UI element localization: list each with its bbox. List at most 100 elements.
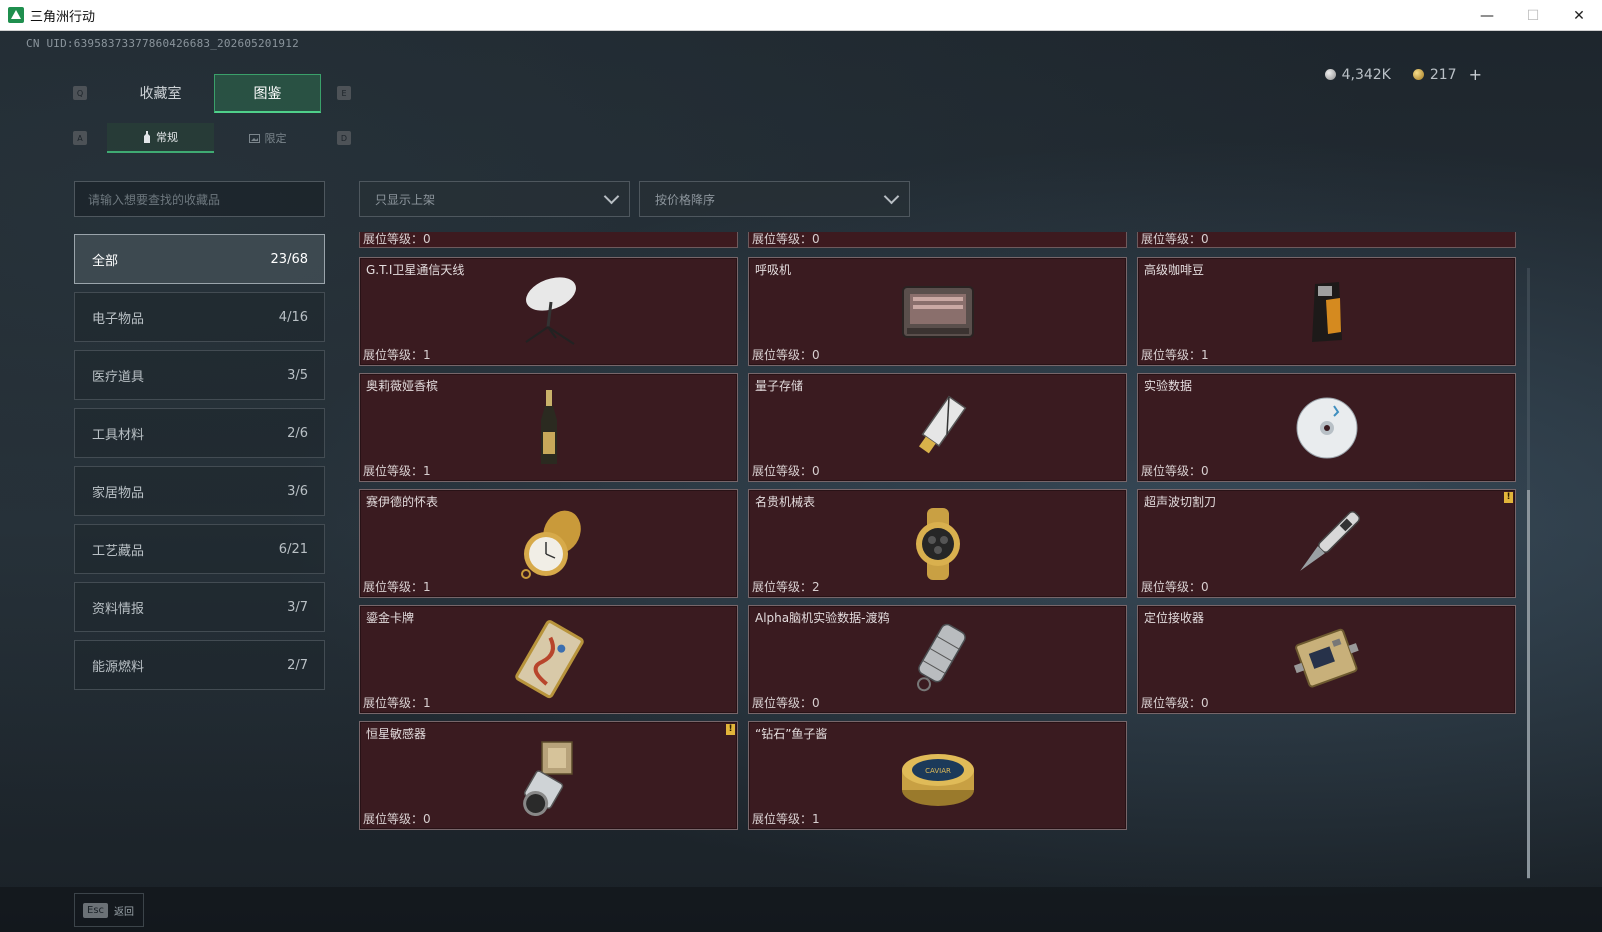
category-medical[interactable]: 医疗道具 3/5: [74, 350, 325, 400]
item-name: 呼吸机: [755, 263, 792, 277]
shelf-filter-value: 只显示上架: [375, 192, 436, 207]
alert-badge-icon: !: [1504, 492, 1513, 503]
item-name: 名贵机械表: [755, 495, 816, 509]
item-card[interactable]: 呼吸机 展位等级：0: [748, 257, 1127, 366]
coffee-bag-icon: [1311, 281, 1342, 342]
item-name: G.T.I卫星通信天线: [366, 263, 465, 277]
main-tabs: 收藏室 图鉴: [107, 74, 321, 113]
sort-dropdown[interactable]: 按价格降序: [639, 181, 910, 217]
add-currency-button[interactable]: +: [1469, 65, 1482, 84]
tab-limited[interactable]: 限定: [214, 123, 321, 153]
item-level: 展位等级：2: [752, 580, 820, 594]
category-tools[interactable]: 工具材料 2/6: [74, 408, 325, 458]
key-hint-e: E: [337, 86, 351, 100]
image-icon: [248, 133, 260, 143]
collection-grid: 展位等级：0 展位等级：0 展位等级：0 G.T.I卫星通信天线 展位等级：1 …: [359, 232, 1531, 879]
alert-badge-icon: !: [726, 724, 735, 735]
partial-item-card[interactable]: 展位等级：0: [748, 232, 1127, 248]
back-label: 返回: [114, 906, 135, 918]
app-logo-icon: [8, 7, 24, 23]
item-card[interactable]: 定位接收器 展位等级：0: [1137, 605, 1516, 714]
gold-currency: 217 +: [1412, 65, 1482, 84]
category-count: 6/21: [278, 541, 308, 557]
sub-tabs: 常规 限定: [107, 123, 321, 153]
item-card[interactable]: 名贵机械表 展位等级：2: [748, 489, 1127, 598]
usb-drive-icon: [918, 395, 966, 453]
silver-currency: 4,342K: [1324, 65, 1391, 84]
esc-key-hint: Esc: [83, 902, 109, 918]
close-button[interactable]: ✕: [1556, 0, 1602, 31]
pocket-watch-icon: [520, 510, 581, 579]
item-card[interactable]: 赛伊德的怀表 展位等级：1: [359, 489, 738, 598]
tab-collection-room[interactable]: 收藏室: [107, 74, 214, 113]
item-level: 展位等级：1: [363, 580, 431, 594]
shelf-filter-dropdown[interactable]: 只显示上架: [359, 181, 630, 217]
item-card[interactable]: 实验数据 展位等级：0: [1137, 373, 1516, 482]
item-name: “钻石”鱼子酱: [755, 727, 828, 741]
item-card[interactable]: 恒星敏感器 ! 展位等级：0: [359, 721, 738, 830]
maximize-button[interactable]: ☐: [1510, 0, 1556, 31]
item-name: 奥莉薇娅香槟: [366, 379, 439, 393]
item-card[interactable]: 鎏金卡牌 展位等级：1: [359, 605, 738, 714]
category-label: 资料情报: [92, 601, 145, 617]
partial-item-card[interactable]: 展位等级：0: [1137, 232, 1516, 248]
item-card[interactable]: 超声波切割刀 ! 展位等级：0: [1137, 489, 1516, 598]
sort-value: 按价格降序: [655, 192, 716, 207]
champagne-bottle-icon: [540, 389, 557, 464]
category-intel[interactable]: 资料情报 3/7: [74, 582, 325, 632]
category-label: 工艺藏品: [92, 543, 145, 559]
tab-regular-label: 常规: [156, 131, 178, 144]
category-all[interactable]: 全部 23/68: [74, 234, 325, 284]
grid-scrollbar-thumb[interactable]: [1527, 490, 1530, 878]
category-energy[interactable]: 能源燃料 2/7: [74, 640, 325, 690]
ultrasonic-knife-icon: [1299, 510, 1360, 571]
category-count: 23/68: [270, 251, 308, 267]
category-label: 全部: [92, 253, 119, 269]
item-level: 展位等级：1: [363, 696, 431, 710]
category-electronics[interactable]: 电子物品 4/16: [74, 292, 325, 342]
caviar-label: CAVIAR: [925, 767, 951, 775]
player-uid: CN UID:6395837337786042668З_202605201912: [26, 37, 299, 50]
partial-item-card[interactable]: 展位等级：0: [359, 232, 738, 248]
item-name: 恒星敏感器: [366, 727, 427, 741]
item-card[interactable]: 量子存储 展位等级：0: [748, 373, 1127, 482]
bottom-bar: [0, 887, 1602, 932]
item-name: 鎏金卡牌: [366, 611, 415, 625]
category-label: 家居物品: [92, 485, 145, 501]
category-label: 能源燃料: [92, 659, 145, 675]
item-card[interactable]: Alpha脑机实验数据-渡鸦 展位等级：0: [748, 605, 1127, 714]
category-list: 全部 23/68 电子物品 4/16 医疗道具 3/5 工具材料 2/6 家居物品 3/6…: [74, 234, 325, 698]
item-name: 定位接收器: [1144, 611, 1205, 625]
window-controls: — ☐ ✕: [1464, 0, 1602, 31]
category-count: 3/5: [287, 367, 308, 383]
back-button[interactable]: Esc 返回: [74, 893, 144, 927]
category-count: 4/16: [278, 309, 308, 325]
wristwatch-icon: [915, 507, 960, 580]
item-level: 展位等级：1: [363, 348, 431, 362]
category-count: 2/7: [287, 657, 308, 673]
item-level: 展位等级：0: [363, 812, 431, 826]
key-hint-q: Q: [73, 86, 87, 100]
star-sensor-icon: [522, 740, 573, 816]
item-level: 展位等级：0: [752, 696, 820, 710]
item-name: 量子存储: [755, 379, 804, 393]
tab-regular[interactable]: 常规: [107, 123, 214, 153]
item-card[interactable]: 高级咖啡豆 展位等级：1: [1137, 257, 1516, 366]
silver-amount: 4,342K: [1341, 66, 1391, 83]
item-card[interactable]: G.T.I卫星通信天线 展位等级：1: [359, 257, 738, 366]
bottle-icon: [144, 131, 150, 143]
search-input[interactable]: 请输入想要查找的收藏品: [74, 181, 325, 217]
satellite-dish-icon: [524, 276, 576, 345]
item-card[interactable]: 奥莉薇娅香槟 展位等级：1: [359, 373, 738, 482]
window-titlebar: 三角洲行动 — ☐ ✕: [0, 0, 1602, 31]
disc-icon: [1296, 397, 1357, 458]
category-count: 3/6: [287, 483, 308, 499]
minimize-button[interactable]: —: [1464, 0, 1510, 31]
category-home[interactable]: 家居物品 3/6: [74, 466, 325, 516]
tab-codex[interactable]: 图鉴: [214, 74, 321, 113]
gold-coin-icon: [1412, 69, 1424, 80]
category-crafts[interactable]: 工艺藏品 6/21: [74, 524, 325, 574]
item-card[interactable]: “钻石”鱼子酱 CAVIAR 展位等级：1: [748, 721, 1127, 830]
item-name: 高级咖啡豆: [1144, 263, 1205, 277]
chevron-down-icon: [603, 188, 620, 205]
